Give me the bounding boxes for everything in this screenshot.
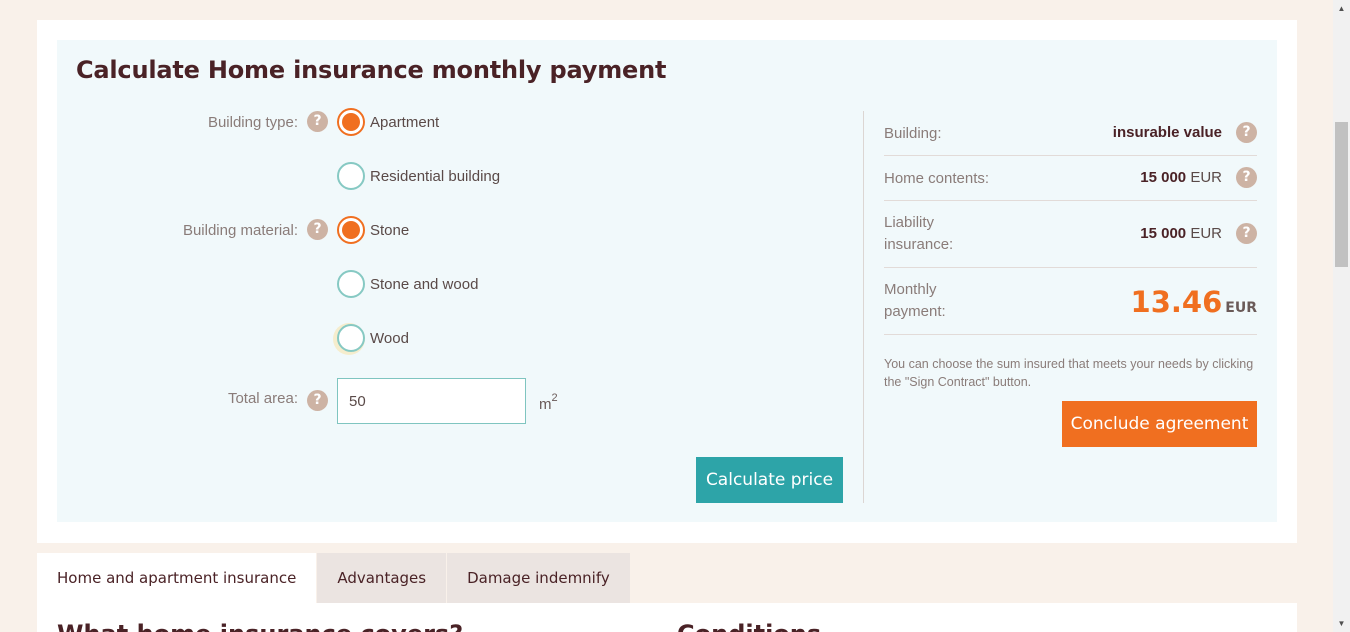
tab-home-and-apartment-insurance[interactable]: Home and apartment insurance (37, 553, 317, 603)
radio-stone-and-wood-circle[interactable] (337, 270, 365, 298)
radio-residential-building-label: Residential building (370, 167, 501, 185)
home-contents-help-icon[interactable]: ? (1236, 167, 1257, 188)
building-type-help-icon[interactable]: ? (307, 111, 328, 132)
area-unit: m2 (539, 392, 558, 413)
building-material-help-icon[interactable]: ? (307, 219, 328, 240)
monthly-payment-currency: EUR (1225, 300, 1257, 316)
radio-residential-building[interactable]: Residential building (337, 161, 500, 191)
radio-apartment-label: Apartment (370, 113, 440, 131)
total-area-row: Total area: (57, 390, 298, 414)
summary-building-value-text: insurable value (1112, 124, 1222, 141)
liability-help-icon[interactable]: ? (1236, 223, 1257, 244)
area-unit-exponent: 2 (551, 392, 558, 404)
building-type-row: Building type: (57, 111, 298, 135)
building-type-label: Building type: (207, 114, 298, 131)
summary-building-value: insurable value (1113, 124, 1222, 141)
radio-wood-circle[interactable] (337, 324, 365, 352)
radio-stone-label: Stone (370, 221, 410, 239)
tab-damage-indemnify[interactable]: Damage indemnify (447, 553, 630, 603)
conditions-heading: Conditions (677, 620, 821, 632)
building-value-help-icon[interactable]: ? (1236, 122, 1257, 143)
summary-home-contents-value: 15 000 EUR (1140, 169, 1222, 186)
radio-stone-circle[interactable] (337, 216, 365, 244)
monthly-payment-value: 13.46 EUR (1131, 285, 1257, 319)
liability-currency: EUR (1190, 225, 1222, 242)
total-area-help-icon[interactable]: ? (307, 390, 328, 411)
calculator-card: Calculate Home insurance monthly payment… (37, 20, 1297, 543)
info-tabs: Home and apartment insurance Advantages … (37, 553, 631, 603)
radio-apartment-circle[interactable] (337, 108, 365, 136)
vertical-divider (863, 111, 864, 503)
summary-liability-label: Liability insurance: (884, 214, 954, 253)
home-contents-currency: EUR (1190, 169, 1222, 186)
coverage-heading: What home insurance covers? (57, 620, 463, 632)
scroll-down-icon[interactable]: ▼ (1333, 615, 1350, 632)
summary-row-home-contents: Home contents: 15 000 EUR ? (884, 156, 1257, 201)
scroll-thumb[interactable] (1335, 122, 1348, 267)
summary-row-liability: Liability insurance: 15 000 EUR ? (884, 201, 1257, 268)
summary-row-building: Building: insurable value ? (884, 111, 1257, 156)
radio-stone-and-wood[interactable]: Stone and wood (337, 269, 478, 299)
calculate-price-button[interactable]: Calculate price (696, 457, 843, 503)
total-area-label: Total area: (227, 390, 298, 407)
calculator-title: Calculate Home insurance monthly payment (76, 56, 667, 84)
summary-home-contents-label: Home contents: (884, 170, 990, 187)
liability-amount: 15 000 (1140, 225, 1187, 242)
radio-apartment[interactable]: Apartment (337, 107, 439, 137)
monthly-payment-amount: 13.46 (1130, 285, 1223, 319)
summary-liability-value: 15 000 EUR (1140, 225, 1222, 242)
home-contents-amount: 15 000 (1140, 169, 1187, 186)
tab-advantages[interactable]: Advantages (317, 553, 447, 603)
building-material-label: Building material: (182, 222, 298, 239)
conclude-agreement-button[interactable]: Conclude agreement (1062, 401, 1257, 447)
radio-stone[interactable]: Stone (337, 215, 409, 245)
summary-building-label: Building: (884, 125, 942, 142)
scroll-up-icon[interactable]: ▲ (1333, 0, 1350, 17)
building-material-row: Building material: (57, 219, 298, 243)
summary-panel: Building: insurable value ? Home content… (884, 111, 1257, 335)
radio-wood-label: Wood (370, 329, 409, 347)
summary-monthly-label: Monthly payment: (884, 281, 946, 320)
radio-wood[interactable]: Wood (337, 323, 409, 353)
area-unit-base: m (539, 396, 552, 413)
calculator-panel: Calculate Home insurance monthly payment… (57, 40, 1277, 522)
summary-row-monthly: Monthly payment: 13.46 EUR (884, 268, 1257, 335)
radio-stone-and-wood-label: Stone and wood (370, 275, 479, 293)
page-scrollbar[interactable]: ▲ ▼ (1333, 0, 1350, 632)
radio-residential-building-circle[interactable] (337, 162, 365, 190)
total-area-input[interactable] (337, 378, 526, 424)
sum-insured-note: You can choose the sum insured that meet… (884, 357, 1254, 389)
tab-panel: What home insurance covers? Conditions (37, 603, 1297, 632)
